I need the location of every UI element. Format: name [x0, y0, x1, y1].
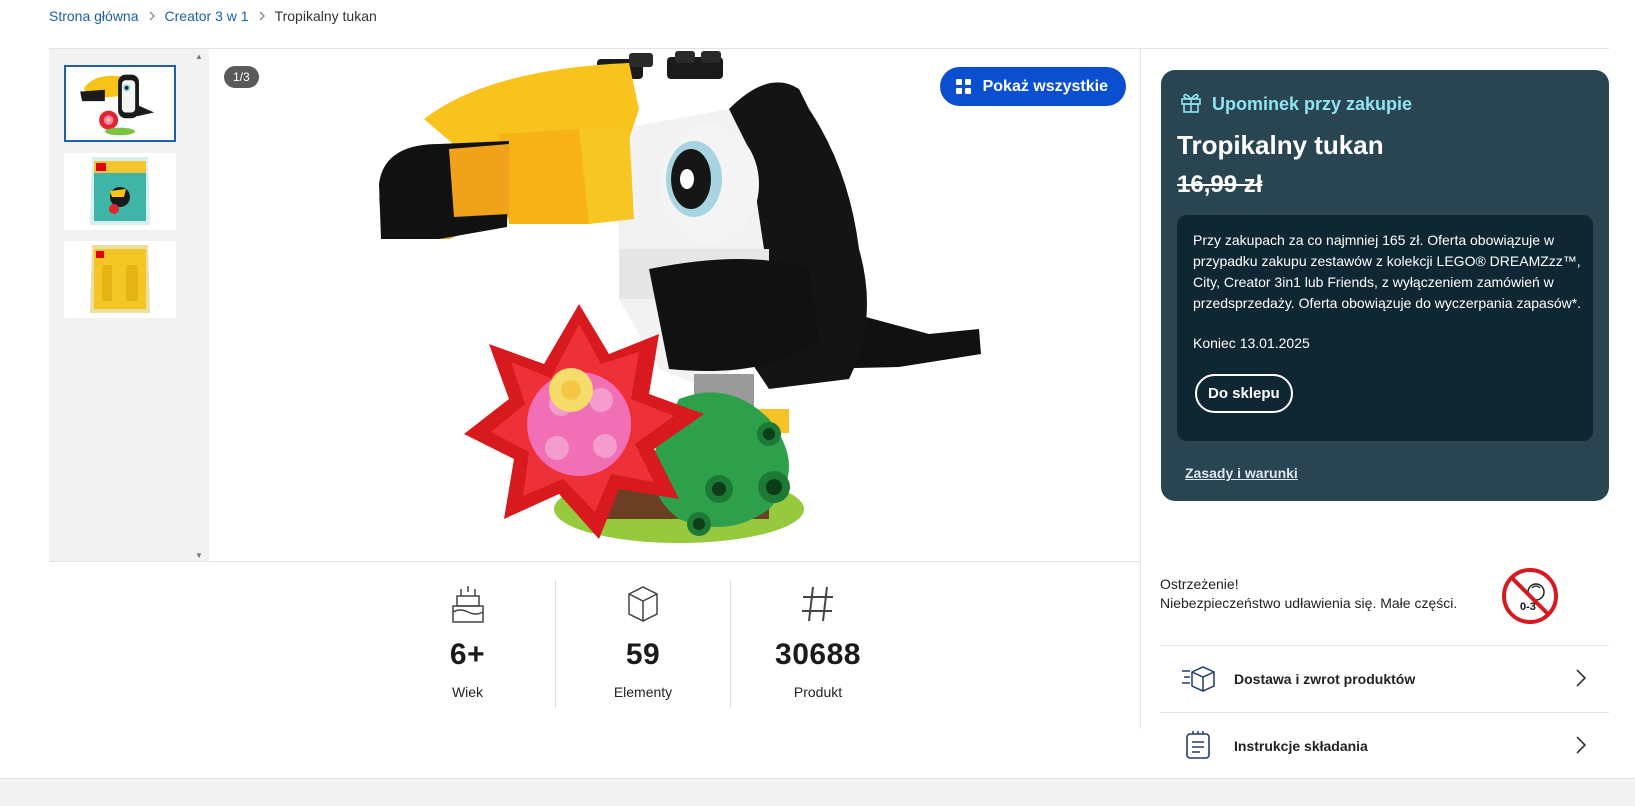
- delivery-returns-link[interactable]: Dostawa i zwrot produktów: [1160, 645, 1609, 712]
- chevron-right-icon: [1575, 668, 1587, 693]
- chevron-right-icon: [258, 11, 266, 21]
- birthday-cake-icon: [450, 580, 486, 624]
- show-all-button[interactable]: Pokaż wszystkie: [939, 67, 1126, 106]
- promo-description: Przy zakupach za co najmniej 165 zł. Ofe…: [1193, 232, 1582, 311]
- chevron-right-icon: [1575, 735, 1587, 760]
- spec-age: 6+ Wiek: [380, 580, 555, 708]
- promo-details: Przy zakupach za co najmniej 165 zł. Ofe…: [1177, 215, 1593, 441]
- breadcrumb-category-link[interactable]: Creator 3 w 1: [165, 8, 249, 24]
- age-restriction-label: 0-3: [1520, 601, 1536, 613]
- product-gallery: ▲ ▼ 1/3 Pokaż wszystkie: [49, 49, 1140, 562]
- spec-elements: 59 Elementy: [555, 580, 730, 708]
- product-specs: 6+ Wiek 59 Elementy 30688 Produkt: [380, 580, 905, 708]
- product-page: Strona główna Creator 3 w 1 Tropikalny t…: [0, 0, 1635, 806]
- promo-heading-text: Upominek przy zakupie: [1212, 94, 1413, 114]
- instructions-icon: [1180, 731, 1216, 761]
- polybag-front-image: [64, 153, 176, 230]
- thumbnail-strip[interactable]: ▲ ▼: [49, 49, 209, 562]
- main-product-image[interactable]: 1/3 Pokaż wszystkie: [209, 49, 1140, 562]
- hash-icon: [800, 580, 836, 624]
- brick-icon: [625, 580, 661, 624]
- delivery-box-icon: [1180, 664, 1216, 694]
- breadcrumb-home-link[interactable]: Strona główna: [49, 8, 139, 24]
- spec-product-label: Produkt: [793, 684, 843, 700]
- tropical-toucan-image: [379, 51, 981, 543]
- spec-elements-value: 59: [625, 638, 661, 671]
- gift-with-purchase-card: Upominek przy zakupie Tropikalny tukan 1…: [1161, 70, 1609, 501]
- spec-age-label: Wiek: [451, 684, 484, 700]
- chevron-right-icon: [148, 11, 156, 21]
- spec-product: 30688 Produkt: [730, 580, 905, 708]
- thumbnail-polybag-back[interactable]: [64, 241, 176, 318]
- gift-icon: [1179, 90, 1203, 119]
- promo-price: 16,99 zł: [1177, 171, 1263, 198]
- polybag-back-image: [64, 241, 176, 318]
- toucan-thumbnail-image: [66, 67, 174, 140]
- warning-title: Ostrzeżenie!: [1160, 576, 1239, 592]
- choking-warning: Ostrzeżenie! Niebezpieczeństwo udławieni…: [1160, 575, 1457, 613]
- scroll-down-arrow-icon[interactable]: ▼: [195, 551, 203, 560]
- go-to-shop-button[interactable]: Do sklepu: [1195, 374, 1293, 413]
- breadcrumb-current: Tropikalny tukan: [274, 8, 377, 24]
- promo-heading: Upominek przy zakupie: [1179, 90, 1412, 119]
- building-instructions-label: Instrukcje składania: [1234, 738, 1368, 754]
- age-restriction-icon: 0-3: [1500, 566, 1560, 631]
- show-all-label: Pokaż wszystkie: [982, 77, 1108, 95]
- building-instructions-link[interactable]: Instrukcje składania: [1160, 712, 1609, 779]
- thumbnail-polybag-front[interactable]: [64, 153, 176, 230]
- divider: [49, 561, 1140, 562]
- warning-text: Niebezpieczeństwo udławienia się. Małe c…: [1160, 595, 1458, 611]
- spec-product-value: 30688: [775, 638, 861, 671]
- scroll-up-arrow-icon[interactable]: ▲: [195, 52, 203, 61]
- spec-elements-label: Elementy: [613, 684, 673, 700]
- image-counter-badge: 1/3: [224, 66, 259, 88]
- promo-end-date: Koniec 13.01.2025: [1193, 335, 1310, 351]
- footer-band: [0, 778, 1635, 806]
- delivery-returns-label: Dostawa i zwrot produktów: [1234, 671, 1416, 687]
- breadcrumb: Strona główna Creator 3 w 1 Tropikalny t…: [49, 8, 377, 24]
- divider: [1140, 49, 1141, 729]
- spec-age-value: 6+: [449, 638, 486, 671]
- thumbnail-toucan-model[interactable]: [64, 65, 176, 142]
- grid-icon: [955, 79, 971, 94]
- promo-title: Tropikalny tukan: [1177, 130, 1384, 160]
- terms-link[interactable]: Zasady i warunki: [1185, 465, 1298, 481]
